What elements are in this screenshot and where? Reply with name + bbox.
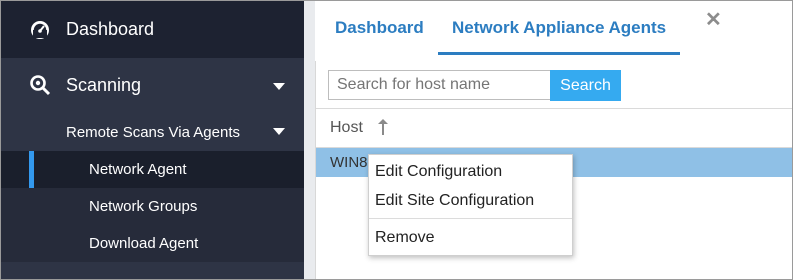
sidebar-item-label: Scanning [66, 75, 142, 95]
menu-item-edit-site-configuration[interactable]: Edit Site Configuration [369, 186, 572, 216]
sidebar-item-label: Network Agent [89, 161, 187, 178]
sidebar-item-network-agent[interactable]: Network Agent [1, 151, 304, 188]
sidebar-item-scanning[interactable]: Scanning [1, 58, 304, 113]
menu-item-remove[interactable]: Remove [369, 223, 572, 253]
search-toolbar: Search [316, 61, 792, 109]
sidebar-item-label: Dashboard [66, 19, 155, 39]
sidebar-group-label: Remote Scans Via Agents [66, 123, 240, 141]
panel-divider [304, 1, 315, 279]
sidebar-item-label: Download Agent [89, 235, 199, 252]
column-header-host[interactable]: Host [330, 119, 363, 137]
speedometer-icon [31, 21, 49, 39]
menu-separator [369, 218, 572, 219]
sidebar-item-download-agent[interactable]: Download Agent [1, 225, 304, 262]
close-icon[interactable]: ✕ [705, 7, 722, 32]
tab-dashboard[interactable]: Dashboard [335, 1, 424, 55]
menu-item-label: Edit Site Configuration [375, 192, 535, 209]
sidebar-group-remote-scans[interactable]: Remote Scans Via Agents [1, 113, 304, 151]
sidebar-item-label: Network Groups [89, 198, 198, 215]
host-cell: WIN8 [330, 154, 368, 171]
table-header: Host [316, 109, 792, 148]
search-input[interactable] [328, 70, 556, 100]
menu-item-label: Remove [375, 229, 435, 246]
tab-network-appliance-agents[interactable]: Network Appliance Agents [438, 1, 681, 55]
sort-ascending-icon[interactable] [376, 118, 390, 136]
app-window: Dashboard Scanning Remote Scans Via Agen… [0, 0, 793, 280]
tab-bar: Dashboard Network Appliance Agents ✕ [315, 1, 792, 55]
menu-item-label: Edit Configuration [375, 163, 503, 180]
sidebar-item-network-groups[interactable]: Network Groups [1, 188, 304, 225]
sidebar: Dashboard Scanning Remote Scans Via Agen… [1, 1, 304, 279]
menu-item-edit-configuration[interactable]: Edit Configuration [369, 157, 572, 187]
tab-label: Network Appliance Agents [452, 18, 667, 37]
context-menu: Edit Configuration Edit Site Configurati… [368, 154, 573, 256]
search-button[interactable]: Search [550, 70, 621, 101]
tab-label: Dashboard [335, 18, 424, 37]
sidebar-item-dashboard[interactable]: Dashboard [1, 1, 304, 58]
chevron-down-icon[interactable] [273, 83, 285, 90]
search-gear-icon [30, 75, 51, 96]
chevron-down-icon[interactable] [273, 128, 285, 135]
